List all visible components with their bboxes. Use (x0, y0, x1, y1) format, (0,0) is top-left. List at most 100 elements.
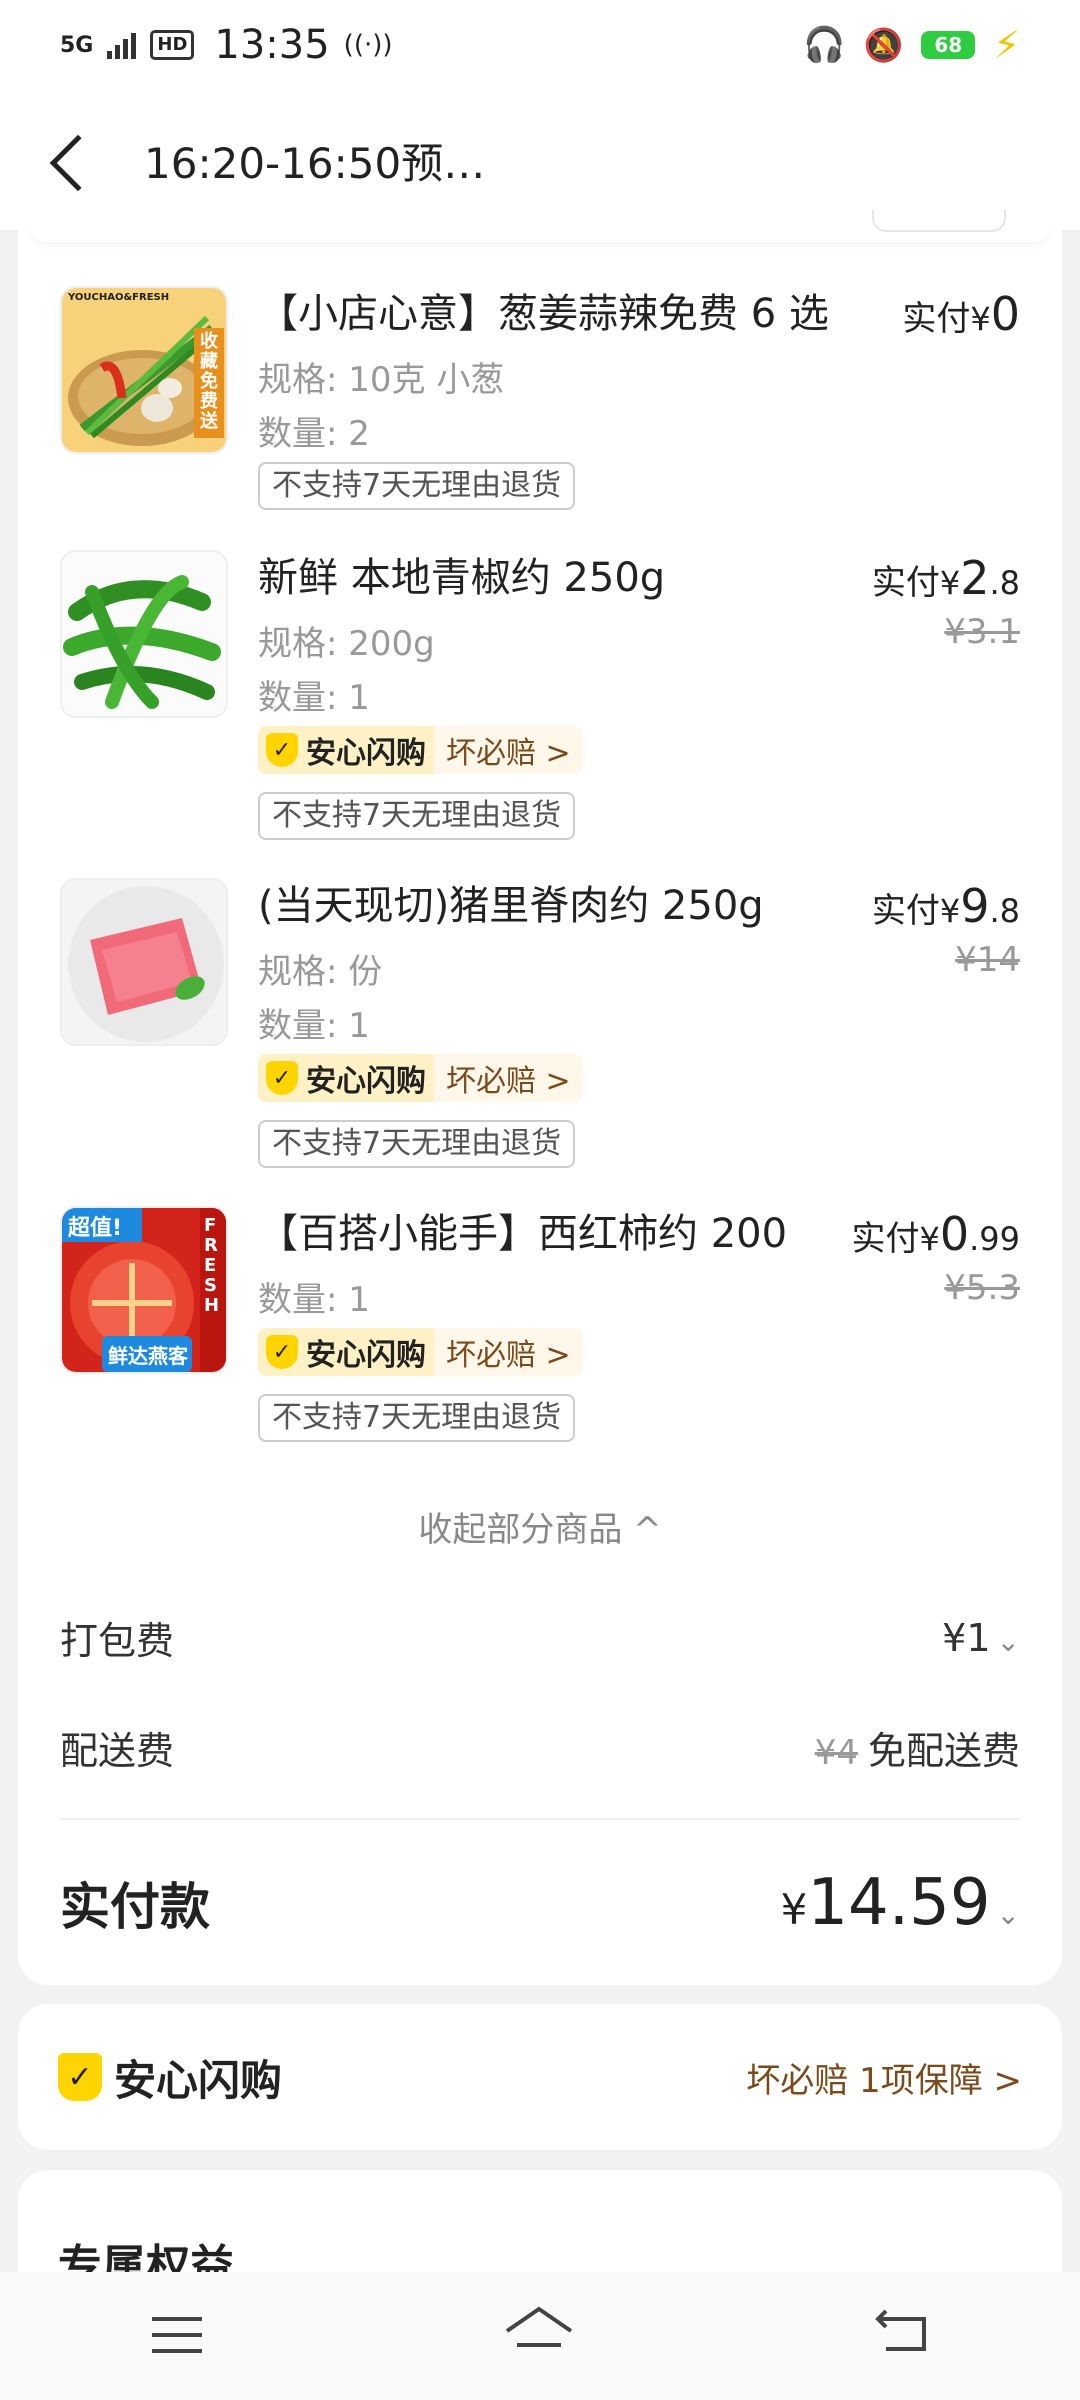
status-left: 5G HD 13:35 ((·)) (60, 22, 393, 68)
top-bar: 16:20-16:50预… (0, 90, 1080, 230)
item-thumbnail: 超值! FRESH 鲜达燕客 (60, 1206, 228, 1374)
order-item[interactable]: YOUCHAO&FRESH 收藏免费送 【小店心意】葱姜蒜辣免费 6 选 2( … (60, 286, 1020, 510)
guard-tag[interactable]: ✓ 安心闪购 坏必赔 > (258, 1328, 583, 1376)
yen-symbol: ¥ (970, 300, 991, 338)
yen-symbol: ¥ (780, 1885, 808, 1934)
item-price: 实付¥2.8 (872, 550, 1020, 617)
item-spec: 规格: 份 (258, 952, 383, 992)
nfc-icon: ((·)) (343, 30, 393, 60)
order-item[interactable]: (当天现切)猪里脊肉约 250g 实付¥9.8 ¥14 规格: 份 数量: 1 … (60, 878, 1020, 1168)
yen-symbol: ¥ (939, 564, 961, 602)
menu-icon[interactable] (150, 2304, 204, 2369)
guard-name-text: 安心闪购 (306, 1064, 426, 1099)
page-title: 16:20-16:50预… (144, 138, 486, 188)
shield-icon: ✓ (266, 1061, 298, 1095)
guard-name-text: 安心闪购 (306, 1338, 426, 1373)
yen-symbol: ¥ (939, 892, 961, 930)
packing-fee-value: ¥1 (942, 1615, 991, 1660)
shield-icon: ✓ (266, 733, 298, 767)
pay-label: 实付 (871, 563, 940, 603)
pay-label: 实付 (902, 299, 971, 339)
no-return-tag: 不支持7天无理由退货 (258, 462, 576, 510)
packing-fee-label: 打包费 (60, 1619, 175, 1663)
order-items-card: YOUCHAO&FRESH 收藏免费送 【小店心意】葱姜蒜辣免费 6 选 2( … (18, 230, 1062, 1985)
guard-name: ✓ 安心闪购 (258, 726, 434, 774)
top-card-button-edge (872, 210, 1006, 232)
original-price: ¥14 (955, 940, 1020, 980)
guard-claim: 坏必赔 > (434, 1328, 583, 1376)
original-price: ¥5.3 (944, 1268, 1020, 1308)
item-title: 【小店心意】葱姜蒜辣免费 6 选 2( (258, 291, 838, 337)
order-item[interactable]: 超值! FRESH 鲜达燕客 【百搭小能手】西红柿约 200- 实付¥0.99 … (60, 1206, 1020, 1446)
item-qty: 数量: 2 (258, 414, 370, 454)
status-right: 🎧 🔕 68 ⚡ (803, 23, 1020, 67)
item-title: 【百搭小能手】西红柿约 200- (258, 1211, 788, 1257)
price-dec: .8 (989, 564, 1020, 602)
guard-tag[interactable]: ✓ 安心闪购 坏必赔 > (258, 726, 583, 774)
total-row[interactable]: 实付款 ¥14.59 ⌄ (60, 1866, 1020, 1940)
original-price: ¥3.1 (944, 612, 1020, 652)
return-icon[interactable] (874, 2304, 930, 2369)
no-return-tag: 不支持7天无理由退货 (258, 792, 576, 840)
delivery-fee-original: ¥4 (814, 1733, 858, 1773)
item-price: 实付¥9.8 (872, 878, 1020, 945)
price-int: 0 (939, 1207, 970, 1261)
yen-symbol: ¥ (919, 1220, 940, 1258)
delivery-fee-label: 配送费 (60, 1729, 175, 1773)
thumb-bottom-text: 鲜达燕客 (108, 1344, 188, 1368)
delivery-fee-row: 配送费 ¥4 免配送费 (60, 1720, 1020, 1775)
guard-name: ✓ 安心闪购 (258, 1054, 434, 1102)
mute-bell-icon: 🔕 (863, 26, 904, 64)
shield-icon: ✓ (58, 2053, 102, 2101)
order-item[interactable]: 新鲜 本地青椒约 250g 实付¥2.8 ¥3.1 规格: 200g 数量: 1… (60, 550, 1020, 840)
item-thumbnail: YOUCHAO&FRESH 收藏免费送 (60, 286, 228, 454)
chevron-down-icon: ⌄ (996, 1624, 1020, 1658)
hd-badge: HD (150, 30, 195, 60)
total-value: 14.59 (807, 1866, 991, 1940)
guard-tag[interactable]: ✓ 安心闪购 坏必赔 > (258, 1054, 583, 1102)
pay-label: 实付 (871, 891, 940, 931)
no-return-tag: 不支持7天无理由退货 (258, 1120, 576, 1168)
collapse-items-button[interactable]: 收起部分商品 ^ (18, 1502, 1062, 1551)
total-value-wrap: ¥14.59 ⌄ (781, 1866, 1020, 1940)
packing-fee-value-wrap: ¥1 ⌄ (942, 1616, 1020, 1660)
back-icon[interactable] (49, 134, 107, 192)
item-thumbnail (60, 550, 228, 718)
thumb-badge-text: 超值! (68, 1216, 123, 1241)
guarantee-detail: 坏必赔 1项保障 > (746, 2060, 1022, 2101)
item-spec: 规格: 10克 小葱 (258, 360, 505, 400)
guarantee-name-text: 安心闪购 (114, 2055, 283, 2105)
item-qty: 数量: 1 (258, 1280, 370, 1320)
pay-label: 实付 (851, 1219, 920, 1259)
item-thumbnail (60, 878, 228, 1046)
guard-name-text: 安心闪购 (306, 736, 426, 771)
status-time: 13:35 (214, 22, 330, 68)
item-title: (当天现切)猪里脊肉约 250g (258, 883, 764, 929)
headphones-icon: 🎧 (803, 25, 846, 65)
delivery-fee-value-wrap: ¥4 免配送费 (815, 1720, 1020, 1775)
thumb-side-text: FRESH (204, 1215, 220, 1316)
price-dec: .8 (989, 892, 1020, 930)
item-qty: 数量: 1 (258, 1006, 370, 1046)
packing-fee-row[interactable]: 打包费 ¥1 ⌄ (60, 1610, 1020, 1665)
price-int: 9 (960, 879, 990, 933)
guarantee-name: ✓ 安心闪购 (58, 2047, 282, 2108)
price-dec: .99 (969, 1220, 1020, 1258)
guard-name: ✓ 安心闪购 (258, 1328, 434, 1376)
delivery-fee-value: 免配送费 (867, 1729, 1020, 1773)
shield-icon: ✓ (266, 1335, 298, 1369)
price-int: 0 (990, 287, 1020, 341)
no-return-tag: 不支持7天无理由退货 (258, 1394, 576, 1442)
item-price: 实付¥0.99 (851, 1206, 1020, 1273)
home-icon[interactable] (503, 2304, 575, 2369)
network-label: 5G (60, 32, 94, 58)
chevron-down-icon: ⌄ (996, 1898, 1020, 1931)
divider (60, 1818, 1020, 1820)
guarantee-card[interactable]: ✓ 安心闪购 坏必赔 1项保障 > (18, 2004, 1062, 2150)
system-nav-bar (0, 2272, 1080, 2400)
status-bar: 5G HD 13:35 ((·)) 🎧 🔕 68 ⚡ (0, 0, 1080, 90)
thumb-brand-text: YOUCHAO&FRESH (68, 292, 170, 303)
thumb-sticker-text: 收藏免费送 (200, 331, 218, 432)
guard-claim: 坏必赔 > (434, 726, 583, 774)
item-price: 实付¥0 (902, 286, 1020, 353)
